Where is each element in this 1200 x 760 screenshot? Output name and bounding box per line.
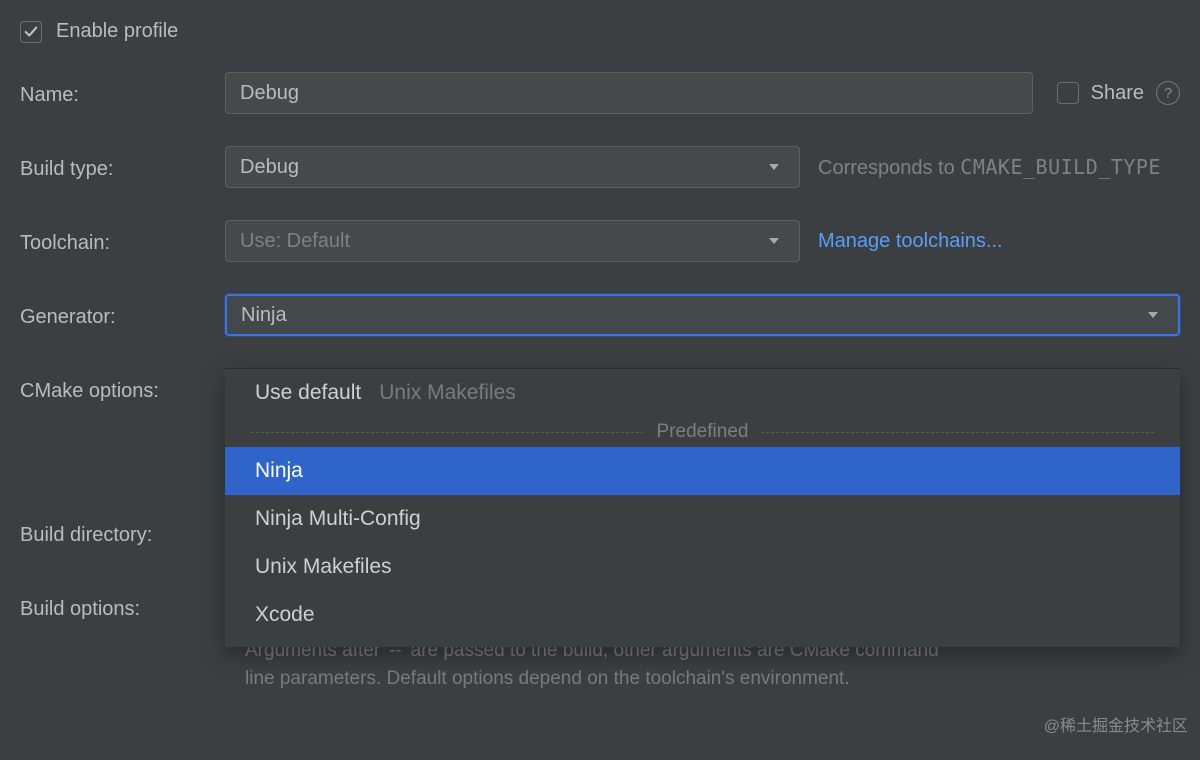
toolchain-label: Toolchain: — [20, 228, 225, 255]
name-label: Name: — [20, 80, 225, 107]
build-type-value: Debug — [240, 156, 763, 179]
build-type-select[interactable]: Debug — [225, 146, 800, 188]
chevron-down-icon — [1142, 310, 1164, 320]
build-type-label: Build type: — [20, 154, 225, 181]
chevron-down-icon — [763, 162, 785, 172]
generator-option-ninja[interactable]: Ninja — [225, 447, 1180, 495]
watermark: @稀土掘金技术社区 — [1044, 712, 1188, 736]
build-type-hint: Corresponds to CMAKE_BUILD_TYPE — [818, 155, 1161, 180]
build-type-row: Build type: Debug Corresponds to CMAKE_B… — [20, 145, 1180, 189]
enable-profile-label: Enable profile — [56, 20, 178, 43]
enable-profile-row: Enable profile — [20, 20, 1180, 43]
generator-option-default[interactable]: Use default Unix Makefiles — [225, 369, 1180, 417]
generator-option-xcode[interactable]: Xcode — [225, 591, 1180, 639]
enable-profile-checkbox[interactable] — [20, 21, 42, 43]
generator-option-unix-makefiles[interactable]: Unix Makefiles — [225, 543, 1180, 591]
cmake-options-label: CMake options: — [20, 376, 225, 403]
generator-value: Ninja — [241, 304, 1142, 327]
name-row: Name: Share ? — [20, 71, 1180, 115]
generator-select[interactable]: Ninja — [225, 294, 1180, 336]
help-icon[interactable]: ? — [1156, 81, 1180, 105]
generator-option-ninja-multi[interactable]: Ninja Multi-Config — [225, 495, 1180, 543]
name-input[interactable] — [225, 72, 1033, 114]
generator-dropdown-divider: Predefined — [251, 417, 1154, 447]
share-group: Share ? — [1057, 81, 1180, 105]
toolchain-row: Toolchain: Use: Default Manage toolchain… — [20, 219, 1180, 263]
generator-label: Generator: — [20, 302, 225, 329]
share-label: Share — [1091, 82, 1144, 105]
generator-row: Generator: Ninja — [20, 293, 1180, 337]
toolchain-select[interactable]: Use: Default — [225, 220, 800, 262]
build-options-label: Build options: — [20, 594, 225, 621]
generator-dropdown: Use default Unix Makefiles Predefined Ni… — [225, 368, 1180, 647]
build-directory-label: Build directory: — [20, 520, 225, 547]
share-checkbox[interactable] — [1057, 82, 1079, 104]
manage-toolchains-link[interactable]: Manage toolchains... — [818, 230, 1003, 253]
toolchain-value: Use: Default — [240, 230, 763, 253]
chevron-down-icon — [763, 236, 785, 246]
